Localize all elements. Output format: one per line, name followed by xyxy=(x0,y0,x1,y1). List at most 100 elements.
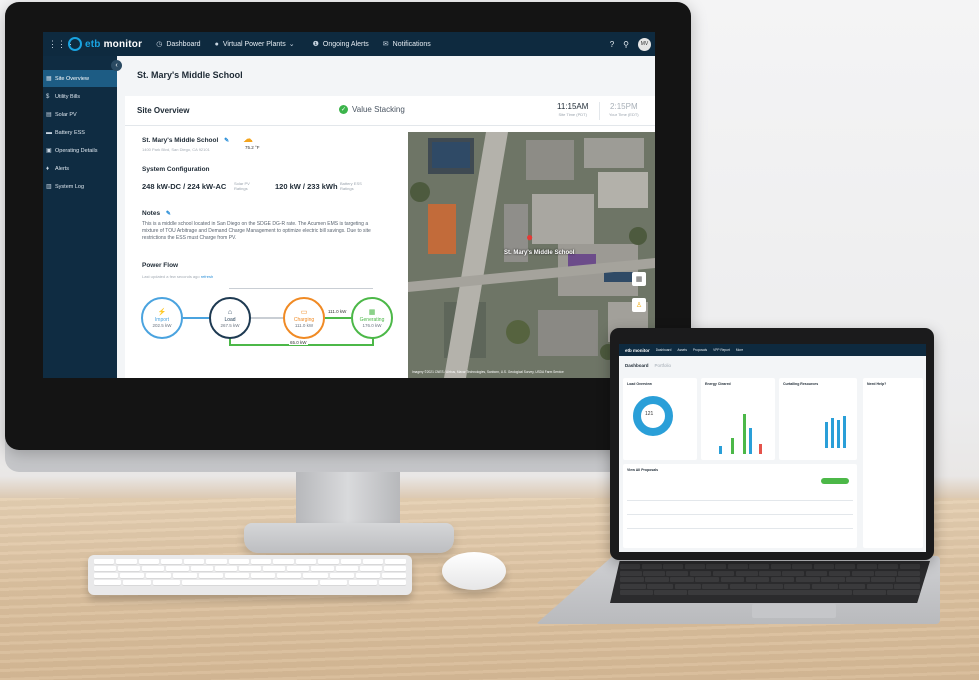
flow-line-load-charging xyxy=(251,317,283,319)
flow-line-top xyxy=(229,288,373,289)
divider xyxy=(627,500,853,501)
your-time: 2:15PM Your Time (EDT) xyxy=(609,102,639,117)
partly-cloudy-icon: ☁ xyxy=(243,134,253,145)
power-flow-title: Power Flow xyxy=(142,262,179,269)
laptop-page-title: Dashboard Portfolio xyxy=(625,363,672,368)
laptop-load-overview-card: Load Overview 121 xyxy=(623,378,697,460)
last-updated: Last updated a few seconds ago refresh xyxy=(142,274,214,279)
search-icon[interactable]: ⚲ xyxy=(623,40,629,49)
gen-to-charge-value: 111.0 kW xyxy=(327,309,348,314)
nav-dashboard[interactable]: ◷ Dashboard xyxy=(156,40,200,49)
edit-notes-icon[interactable]: ✎ xyxy=(166,211,171,217)
energy-bar xyxy=(731,438,734,454)
site-name: St. Mary's Middle School ✎ xyxy=(142,137,230,144)
card-title: Site Overview xyxy=(137,106,190,115)
battery-charging-icon: ▭ xyxy=(300,309,308,316)
solar-panel-icon: ▤ xyxy=(46,112,52,118)
gen-to-load-value: 65.0 kW xyxy=(289,340,308,345)
nav-notifications[interactable]: ✉ Notifications xyxy=(383,40,431,49)
globe-icon: ● xyxy=(214,40,219,48)
nav-right: ? ⚲ MV xyxy=(610,37,655,51)
curtailing-bar xyxy=(843,416,846,448)
sidebar-collapse-button[interactable]: ‹ xyxy=(111,60,122,71)
laptop-help-card: Need Help? xyxy=(863,378,923,548)
laptop-logo[interactable]: etb monitor xyxy=(625,348,650,353)
card-header: Site Overview ✓ Value Stacking 11:15AM S… xyxy=(125,96,655,126)
laptop-add-button[interactable] xyxy=(821,478,849,484)
solar-config-value: 248 kW-DC / 224 kW-AC xyxy=(142,182,227,191)
map-layers-button[interactable]: ▦ xyxy=(632,272,646,286)
nav-virtual-power-plants[interactable]: ● Virtual Power Plants ⌄ xyxy=(214,40,299,49)
solar-panel-icon: ▦ xyxy=(368,309,376,316)
map-attribution: Imagery ©2021 CNES / Airbus, Maxar Techn… xyxy=(412,370,564,374)
sidebar-item-battery-ess[interactable]: ▬ Battery ESS xyxy=(43,124,117,141)
page-title: St. Mary's Middle School xyxy=(137,70,243,80)
laptop-nav-vpp-report[interactable]: VPP Report xyxy=(713,348,730,352)
laptop-energy-card: Energy Cleared xyxy=(701,378,775,460)
sidebar-item-site-overview[interactable]: ▦ Site Overview xyxy=(43,70,117,87)
monitor-stand-foot xyxy=(244,523,454,553)
power-flow-diagram: 111.0 kW 65.0 kW ⚡ Import 202.5 kW ⌂ Loa… xyxy=(139,282,399,362)
sidebar-item-operating-details[interactable]: ▣ Operating Details xyxy=(43,142,117,159)
energy-bar xyxy=(749,428,752,454)
laptop-proposals-table: View All Proposals xyxy=(623,464,857,548)
keyboard xyxy=(88,555,412,595)
energy-bar xyxy=(743,414,746,454)
laptop-top-nav: etb monitor Dashboard Assets Proposals V… xyxy=(619,344,926,356)
divider xyxy=(627,514,853,515)
grid-tower-icon: ⚡ xyxy=(157,309,167,316)
clock-icon: ◷ xyxy=(156,41,163,48)
document-icon: ▣ xyxy=(46,148,52,154)
help-icon[interactable]: ? xyxy=(610,40,614,49)
value-stacking-status: ✓ Value Stacking xyxy=(339,105,405,114)
import-node[interactable]: ⚡ Import 202.5 kW xyxy=(141,297,183,339)
chevron-down-icon: ⌄ xyxy=(288,41,295,48)
sidebar-item-system-log[interactable]: ▥ System Log xyxy=(43,178,117,195)
load-node[interactable]: ⌂ Load 267.5 kW xyxy=(209,297,251,339)
site-overview-card: Site Overview ✓ Value Stacking 11:15AM S… xyxy=(125,96,655,378)
sidebar-item-solar-pv[interactable]: ▤ Solar PV xyxy=(43,106,117,123)
laptop-trackpad xyxy=(752,604,836,618)
laptop-nav-assets[interactable]: Assets xyxy=(677,348,687,352)
street-view-icon[interactable]: ♙ xyxy=(632,298,646,312)
energy-bar xyxy=(719,446,722,454)
mouse xyxy=(442,552,506,590)
flow-line-gen-charging xyxy=(325,317,351,319)
laptop-nav-proposals[interactable]: Proposals xyxy=(693,348,707,352)
battery-config-label: Battery ESS Ratings xyxy=(340,181,362,191)
divider xyxy=(627,528,853,529)
nav-ongoing-alerts[interactable]: ❶ Ongoing Alerts xyxy=(312,40,369,49)
check-circle-icon: ✓ xyxy=(339,105,348,114)
location-pin-icon[interactable]: ● xyxy=(526,230,533,244)
home-icon: ⌂ xyxy=(227,308,233,316)
avatar[interactable]: MV xyxy=(638,37,651,51)
refresh-link[interactable]: refresh xyxy=(201,274,213,279)
logo-ring-icon xyxy=(68,37,82,51)
laptop-screen: etb monitor Dashboard Assets Proposals V… xyxy=(619,344,926,552)
apps-grid-icon[interactable]: ⋮⋮⋮ xyxy=(48,39,75,50)
charging-node[interactable]: ▭ Charging 111.0 kW xyxy=(283,297,325,339)
site-time: 11:15AM Site Time (PDT) xyxy=(557,102,589,117)
divider xyxy=(599,102,600,120)
logo-text: etb monitor xyxy=(85,38,143,50)
curtailing-bar xyxy=(825,422,828,448)
laptop-nav-more[interactable]: More xyxy=(736,348,743,352)
notes-text: This is a middle school located in San D… xyxy=(142,221,371,241)
curtailing-bar xyxy=(831,418,834,448)
alert-icon: ❶ xyxy=(312,41,319,48)
sidebar-item-utility-bills[interactable]: $ Utility Bills xyxy=(43,88,117,105)
system-configuration-title: System Configuration xyxy=(142,166,210,173)
grid-icon: ▦ xyxy=(46,76,52,82)
map-location-label: St. Mary's Middle School xyxy=(504,250,575,256)
solar-config-label: Solar PV Ratings xyxy=(234,181,250,191)
generating-node[interactable]: ▦ Generating 176.0 kW xyxy=(351,297,393,339)
curtailing-bar xyxy=(837,420,840,448)
laptop-nav-dashboard[interactable]: Dashboard xyxy=(656,348,672,352)
app-logo[interactable]: etb monitor xyxy=(68,37,142,51)
monitor-stand xyxy=(296,472,400,528)
main-content: St. Mary's Middle School Site Overview ✓… xyxy=(117,56,655,378)
sidebar-item-alerts[interactable]: ♦ Alerts xyxy=(43,160,117,177)
laptop-curtailing-card: Curtailing Resources xyxy=(779,378,857,460)
log-icon: ▥ xyxy=(46,184,52,190)
edit-icon[interactable]: ✎ xyxy=(224,138,229,144)
